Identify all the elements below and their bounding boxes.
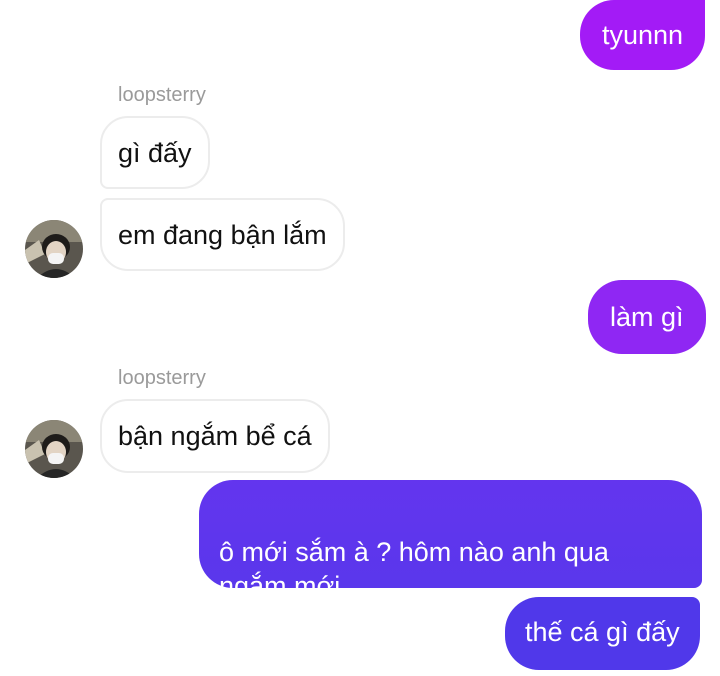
avatar-icon[interactable] <box>25 420 83 478</box>
message-text: em đang bận lắm <box>118 220 327 250</box>
message-text: ô mới sắm à ? hôm nào anh qua ngắm mới <box>219 537 609 601</box>
message-text: bận ngắm bể cá <box>118 421 312 451</box>
user-avatar-photo-icon <box>25 420 83 478</box>
outgoing-message-3[interactable]: ô mới sắm à ? hôm nào anh qua ngắm mới <box>199 480 702 601</box>
incoming-message-1[interactable]: gì đấy <box>100 116 210 189</box>
sender-name: loopsterry <box>118 84 206 106</box>
avatar-icon[interactable] <box>25 220 83 278</box>
outgoing-message-2[interactable]: làm gì <box>588 280 706 354</box>
user-avatar-photo-icon <box>25 220 83 278</box>
outgoing-message-4[interactable]: thế cá gì đấy <box>505 597 700 670</box>
chat-thread: tyunnn loopsterry gì đấy em đang bận lắm… <box>0 0 720 676</box>
outgoing-message-1[interactable]: tyunnn <box>580 0 706 70</box>
incoming-message-3[interactable]: bận ngắm bể cá <box>100 399 330 473</box>
message-text: gì đấy <box>118 138 192 168</box>
sender-name: loopsterry <box>118 367 206 389</box>
message-text: thế cá gì đấy <box>525 617 680 647</box>
incoming-message-2[interactable]: em đang bận lắm <box>100 198 345 271</box>
message-text: tyunnn <box>602 20 684 50</box>
message-text: làm gì <box>610 302 684 332</box>
